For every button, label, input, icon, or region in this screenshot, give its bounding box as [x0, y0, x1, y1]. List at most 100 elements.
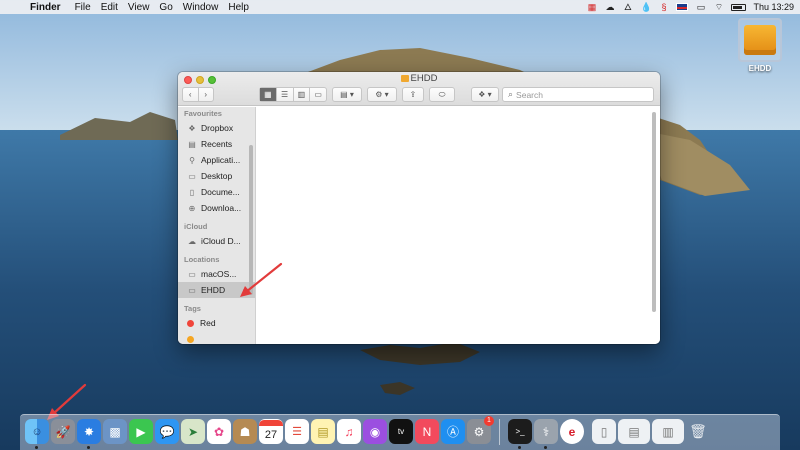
- disk-utility-dock-icon[interactable]: ⚕: [534, 419, 558, 449]
- display-status-icon[interactable]: ▭: [695, 2, 706, 12]
- chat-bubble-icon: 💬: [159, 424, 175, 439]
- menu-app-name[interactable]: Finder: [30, 2, 69, 13]
- reminders-dock-icon[interactable]: ☰: [285, 419, 309, 444]
- menu-view[interactable]: View: [128, 2, 158, 13]
- flame-status-icon[interactable]: 🜂: [622, 2, 633, 12]
- contacts-dock-icon[interactable]: ☗: [233, 419, 257, 444]
- action-menu-button[interactable]: ⚙ ▾: [367, 87, 397, 102]
- stethoscope-icon: ⚕: [542, 424, 550, 439]
- locations-header: Locations: [184, 255, 220, 264]
- scroll-status-icon[interactable]: §: [658, 2, 669, 12]
- document-stack-icon: ▤: [628, 424, 640, 439]
- drop-status-icon[interactable]: 💧: [640, 2, 651, 12]
- app-store-dock-icon[interactable]: Ⓐ: [441, 419, 465, 444]
- calendar-dock-icon[interactable]: 27: [259, 419, 283, 444]
- column-view-button[interactable]: ▥: [294, 88, 311, 101]
- desktop-folder-icon: ▭: [188, 171, 196, 181]
- news-dock-icon[interactable]: N: [415, 419, 439, 444]
- trash-dock-icon[interactable]: 🗑: [686, 419, 710, 444]
- download-icon: ⊕: [188, 203, 196, 213]
- photos-dock-icon[interactable]: ✿: [207, 419, 231, 444]
- menu-help[interactable]: Help: [228, 2, 257, 13]
- screenshots-stack-dock-icon[interactable]: ▥: [652, 419, 684, 444]
- eject-icon[interactable]: ⏏: [242, 286, 249, 294]
- sidebar-item-label: Downloa...: [201, 203, 242, 213]
- finder-face-icon: ☺: [31, 425, 43, 438]
- sidebar-item-recents[interactable]: ▤ Recents: [178, 136, 255, 152]
- notes-dock-icon[interactable]: ▤: [311, 419, 335, 444]
- sidebar-item-desktop[interactable]: ▭ Desktop: [178, 168, 255, 184]
- sidebar-item-tag-orange[interactable]: [178, 331, 255, 344]
- group-by-button[interactable]: ▤ ▾: [332, 87, 362, 102]
- gear-icon: ⚙: [473, 424, 485, 439]
- recent-docs-stack-dock-icon[interactable]: ▤: [618, 419, 650, 444]
- launchpad-dock-icon[interactable]: 🚀: [51, 419, 75, 444]
- system-preferences-dock-icon[interactable]: ⚙ 1: [467, 416, 494, 444]
- cloud-status-icon[interactable]: ☁: [604, 2, 615, 12]
- dropbox-toolbar-button[interactable]: ❖ ▾: [471, 87, 499, 102]
- sidebar-item-label: macOS...: [201, 269, 237, 279]
- back-button[interactable]: ‹: [183, 88, 199, 101]
- applications-icon: ⚲: [189, 155, 195, 165]
- desktop-disk-label: EHDD: [748, 64, 772, 73]
- window-title-text: EHDD: [410, 73, 438, 84]
- finder-window: EHDD ‹ › ▦ ☰ ▥ ▭ ▤ ▾ ⚙ ▾ ⇪ ⬭ ❖ ▾ ⌕ Searc…: [178, 72, 660, 344]
- sidebar-item-label: Applicati...: [201, 155, 241, 165]
- music-dock-icon[interactable]: ♫: [337, 419, 361, 444]
- maps-dock-icon[interactable]: ➤: [181, 419, 205, 444]
- finder-dock-icon[interactable]: ☺: [25, 419, 49, 449]
- list-view-button[interactable]: ☰: [277, 88, 294, 101]
- favourites-header: Favourites: [184, 109, 222, 118]
- sidebar-item-downloads[interactable]: ⊕ Downloa...: [178, 200, 255, 216]
- desktop-disk-icon[interactable]: EHDD: [736, 18, 784, 73]
- finder-content-area[interactable]: [257, 107, 660, 344]
- search-field[interactable]: ⌕ Search: [502, 87, 654, 102]
- content-scrollbar[interactable]: [652, 112, 656, 312]
- red-tag-dot-icon: [187, 319, 194, 327]
- tags-button[interactable]: ⬭: [429, 87, 455, 102]
- gallery-view-button[interactable]: ▭: [310, 88, 326, 101]
- external-disk-icon: ▭: [188, 285, 196, 295]
- tv-dock-icon[interactable]: tv: [389, 419, 413, 444]
- menu-clock[interactable]: Thu 13:29: [753, 2, 794, 12]
- sidebar-item-dropbox[interactable]: ❖ Dropbox: [178, 120, 255, 136]
- messages-dock-icon[interactable]: 💬: [155, 419, 179, 444]
- photo-viewer-icon: ▩: [109, 424, 121, 439]
- downloads-stack-dock-icon[interactable]: ▯: [592, 419, 616, 444]
- tv-icon: tv: [397, 427, 405, 436]
- eset-dock-icon[interactable]: e: [560, 419, 584, 444]
- tag-icon: ⬭: [438, 89, 446, 99]
- podcast-icon: ◉: [369, 424, 381, 439]
- sidebar-item-ehdd[interactable]: ▭ EHDD ⏏: [178, 282, 255, 298]
- terminal-dock-icon[interactable]: >_: [508, 419, 532, 449]
- icloud-header: iCloud: [184, 222, 208, 231]
- uk-flag-input-icon[interactable]: [676, 3, 689, 11]
- sidebar-scrollbar[interactable]: [249, 145, 253, 295]
- sidebar-item-tag-red[interactable]: Red: [178, 315, 255, 331]
- file-icon: ▯: [600, 424, 608, 439]
- menu-window[interactable]: Window: [183, 2, 227, 13]
- battery-icon[interactable]: [731, 3, 747, 11]
- sidebar-item-macos[interactable]: ▭ macOS...: [178, 266, 255, 282]
- preview-dock-icon[interactable]: ▩: [103, 419, 127, 444]
- sidebar-item-applications[interactable]: ⚲ Applicati...: [178, 152, 255, 168]
- apps-status-icon[interactable]: ▦: [586, 2, 597, 12]
- sidebar-item-icloud-drive[interactable]: ☁ iCloud D...: [178, 233, 255, 249]
- calendar-day: 27: [264, 428, 278, 441]
- menu-file[interactable]: File: [75, 2, 99, 13]
- podcasts-dock-icon[interactable]: ◉: [363, 419, 387, 444]
- sidebar-item-label: EHDD: [201, 285, 226, 295]
- screenshot-stack-icon: ▥: [662, 424, 674, 439]
- news-icon: N: [422, 424, 432, 439]
- sidebar-item-documents[interactable]: ▯ Docume...: [178, 184, 255, 200]
- safari-dock-icon[interactable]: ✸: [77, 419, 101, 449]
- icon-view-button[interactable]: ▦: [260, 88, 277, 101]
- facetime-dock-icon[interactable]: ▶: [129, 419, 153, 444]
- menu-bar: Finder File Edit View Go Window Help ▦ ☁…: [0, 0, 800, 14]
- forward-button[interactable]: ›: [199, 88, 214, 101]
- wifi-icon[interactable]: ⌔: [713, 2, 724, 12]
- menu-edit[interactable]: Edit: [101, 2, 126, 13]
- share-button[interactable]: ⇪: [402, 87, 424, 102]
- menu-go[interactable]: Go: [159, 2, 180, 13]
- window-titlebar[interactable]: EHDD ‹ › ▦ ☰ ▥ ▭ ▤ ▾ ⚙ ▾ ⇪ ⬭ ❖ ▾ ⌕ Searc…: [178, 72, 660, 106]
